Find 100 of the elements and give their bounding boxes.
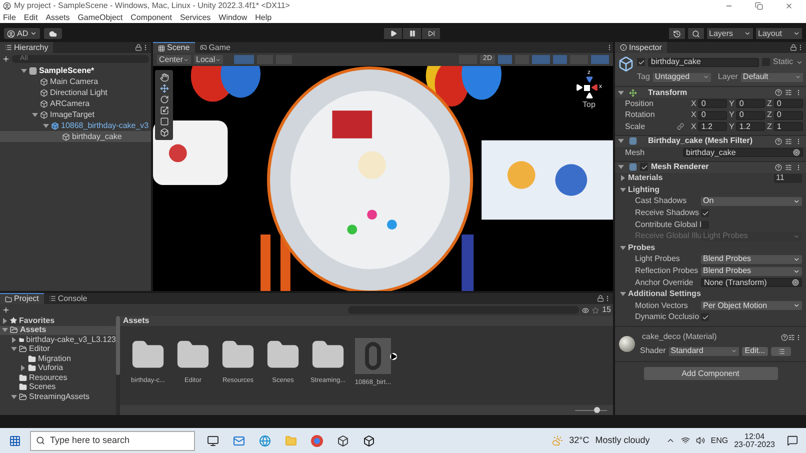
foldout-arrow-icon[interactable] [11, 347, 17, 352]
name-field[interactable]: birthday_cake [648, 58, 759, 66]
panel-tab[interactable]: Game [194, 42, 236, 53]
close-icon[interactable] [785, 2, 793, 10]
panel-tab[interactable]: Console [44, 293, 92, 304]
panel-tab[interactable]: Hierarchy [0, 42, 54, 53]
foldout-arrow-icon[interactable] [32, 112, 38, 116]
dropdown[interactable]: On [701, 196, 802, 206]
presets-icon[interactable] [785, 89, 792, 96]
more-icon[interactable] [795, 164, 802, 170]
restore-icon[interactable] [755, 2, 763, 10]
space-dropdown[interactable]: Local [194, 55, 224, 64]
pause-button[interactable] [403, 28, 422, 39]
number-field[interactable]: 0 [736, 99, 765, 108]
presets-icon[interactable] [785, 164, 792, 170]
menu-item[interactable]: Help [255, 12, 272, 24]
number-field[interactable]: 1 [774, 122, 803, 132]
help-icon[interactable] [781, 334, 788, 341]
number-field[interactable]: 0 [774, 99, 803, 108]
tray-icon[interactable] [666, 436, 675, 445]
hierarchy-item[interactable]: Main Camera [0, 76, 151, 87]
panel-tab[interactable]: Project [0, 293, 44, 304]
foldout-arrow-icon[interactable] [11, 394, 17, 399]
number-field[interactable]: 0 [698, 99, 727, 108]
foldout-arrow-icon[interactable] [618, 139, 624, 143]
object-field[interactable]: None (Transform) [701, 278, 802, 288]
layer-dropdown[interactable]: Default [740, 72, 803, 82]
more-icon[interactable] [142, 44, 149, 51]
shader-dropdown[interactable]: Standard [668, 346, 739, 356]
panel-tab[interactable]: Scene [153, 42, 195, 53]
foldout-arrow-icon[interactable] [621, 175, 625, 182]
menu-item[interactable]: File [3, 12, 16, 24]
section-label[interactable]: Probes [628, 242, 656, 254]
add-icon[interactable] [2, 55, 10, 63]
checkbox[interactable] [701, 313, 709, 322]
add-component-button[interactable]: Add Component [644, 367, 778, 380]
hierarchy-item[interactable]: SampleScene* [0, 65, 151, 76]
hierarchy-item[interactable]: birthday_cake [0, 131, 151, 142]
layers-dropdown[interactable]: Layers [707, 28, 753, 39]
panel-tab[interactable]: Inspector [615, 42, 667, 53]
history-button[interactable] [669, 28, 685, 39]
project-tree-item[interactable]: Scenes [0, 382, 116, 392]
target-icon[interactable] [793, 149, 800, 156]
number-field[interactable]: 0 [736, 110, 765, 120]
section-label[interactable]: Additional Settings [628, 288, 701, 300]
menu-item[interactable]: Component [130, 12, 172, 24]
help-icon[interactable] [775, 89, 782, 96]
pivot-dropdown[interactable]: Center [157, 55, 192, 64]
section-label[interactable]: Lighting [628, 184, 660, 196]
project-tree-item[interactable]: Resources [0, 373, 116, 382]
browser-icon[interactable] [259, 434, 271, 446]
foldout-arrow-icon[interactable] [618, 165, 624, 169]
network-icon[interactable] [680, 436, 690, 445]
language-indicator[interactable]: ENG [710, 434, 728, 446]
scale-tool-icon[interactable] [160, 106, 168, 115]
task-view-icon[interactable] [207, 434, 219, 446]
target-icon[interactable] [792, 279, 799, 286]
lock-icon[interactable] [790, 44, 797, 51]
hierarchy-item[interactable]: ImageTarget [0, 109, 151, 120]
more-icon[interactable] [797, 44, 804, 51]
hierarchy-item[interactable]: ARCamera [0, 98, 151, 109]
hidden-count[interactable]: 15 [602, 304, 611, 316]
view-label[interactable]: Top [582, 99, 596, 111]
foldout-arrow-icon[interactable] [620, 246, 626, 250]
project-tree-item[interactable]: Vuforia [0, 364, 116, 373]
active-checkbox[interactable] [637, 58, 645, 66]
enabled-checkbox[interactable] [640, 163, 648, 171]
list-button[interactable] [771, 346, 792, 356]
cloud-button[interactable] [44, 28, 62, 39]
lock-icon[interactable] [135, 44, 142, 51]
number-field[interactable]: 1.2 [698, 122, 727, 132]
foldout-arrow-icon[interactable] [620, 188, 626, 192]
rect-tool-icon[interactable] [160, 117, 168, 126]
dropdown[interactable]: Per Object Motion [701, 301, 802, 310]
volume-icon[interactable] [696, 436, 705, 445]
section-label[interactable]: Materials [628, 172, 663, 184]
menu-item[interactable]: Window [218, 12, 248, 24]
dropdown[interactable]: Blend Probes [701, 266, 802, 276]
mail-icon[interactable] [233, 434, 245, 446]
count-field[interactable]: 11 [774, 174, 802, 183]
foldout-arrow-icon[interactable] [620, 292, 626, 296]
browser-icon[interactable] [311, 434, 323, 446]
number-field[interactable]: 1.2 [736, 122, 765, 132]
menu-item[interactable]: Edit [24, 12, 38, 24]
number-field[interactable]: 0 [698, 110, 727, 120]
menu-item[interactable]: Assets [46, 12, 70, 24]
project-tree-item[interactable]: birthday-cake_v3_L3.123 [0, 335, 116, 344]
filter-icon[interactable] [582, 306, 590, 314]
more-icon[interactable] [795, 89, 802, 96]
zoom-slider-thumb[interactable] [594, 407, 600, 413]
transform-tool-icon[interactable] [160, 128, 168, 137]
add-icon[interactable] [2, 306, 10, 314]
lock-icon[interactable] [597, 295, 604, 302]
rotate-tool-icon[interactable] [160, 95, 168, 104]
presets-icon[interactable] [785, 138, 792, 144]
help-icon[interactable] [775, 138, 782, 144]
taskbar-search-field[interactable]: Type here to search [30, 430, 195, 450]
project-tree-item[interactable]: StreamingAssets [0, 392, 116, 402]
hierarchy-item[interactable]: Directional Light [0, 87, 151, 98]
play-button[interactable] [384, 28, 402, 39]
